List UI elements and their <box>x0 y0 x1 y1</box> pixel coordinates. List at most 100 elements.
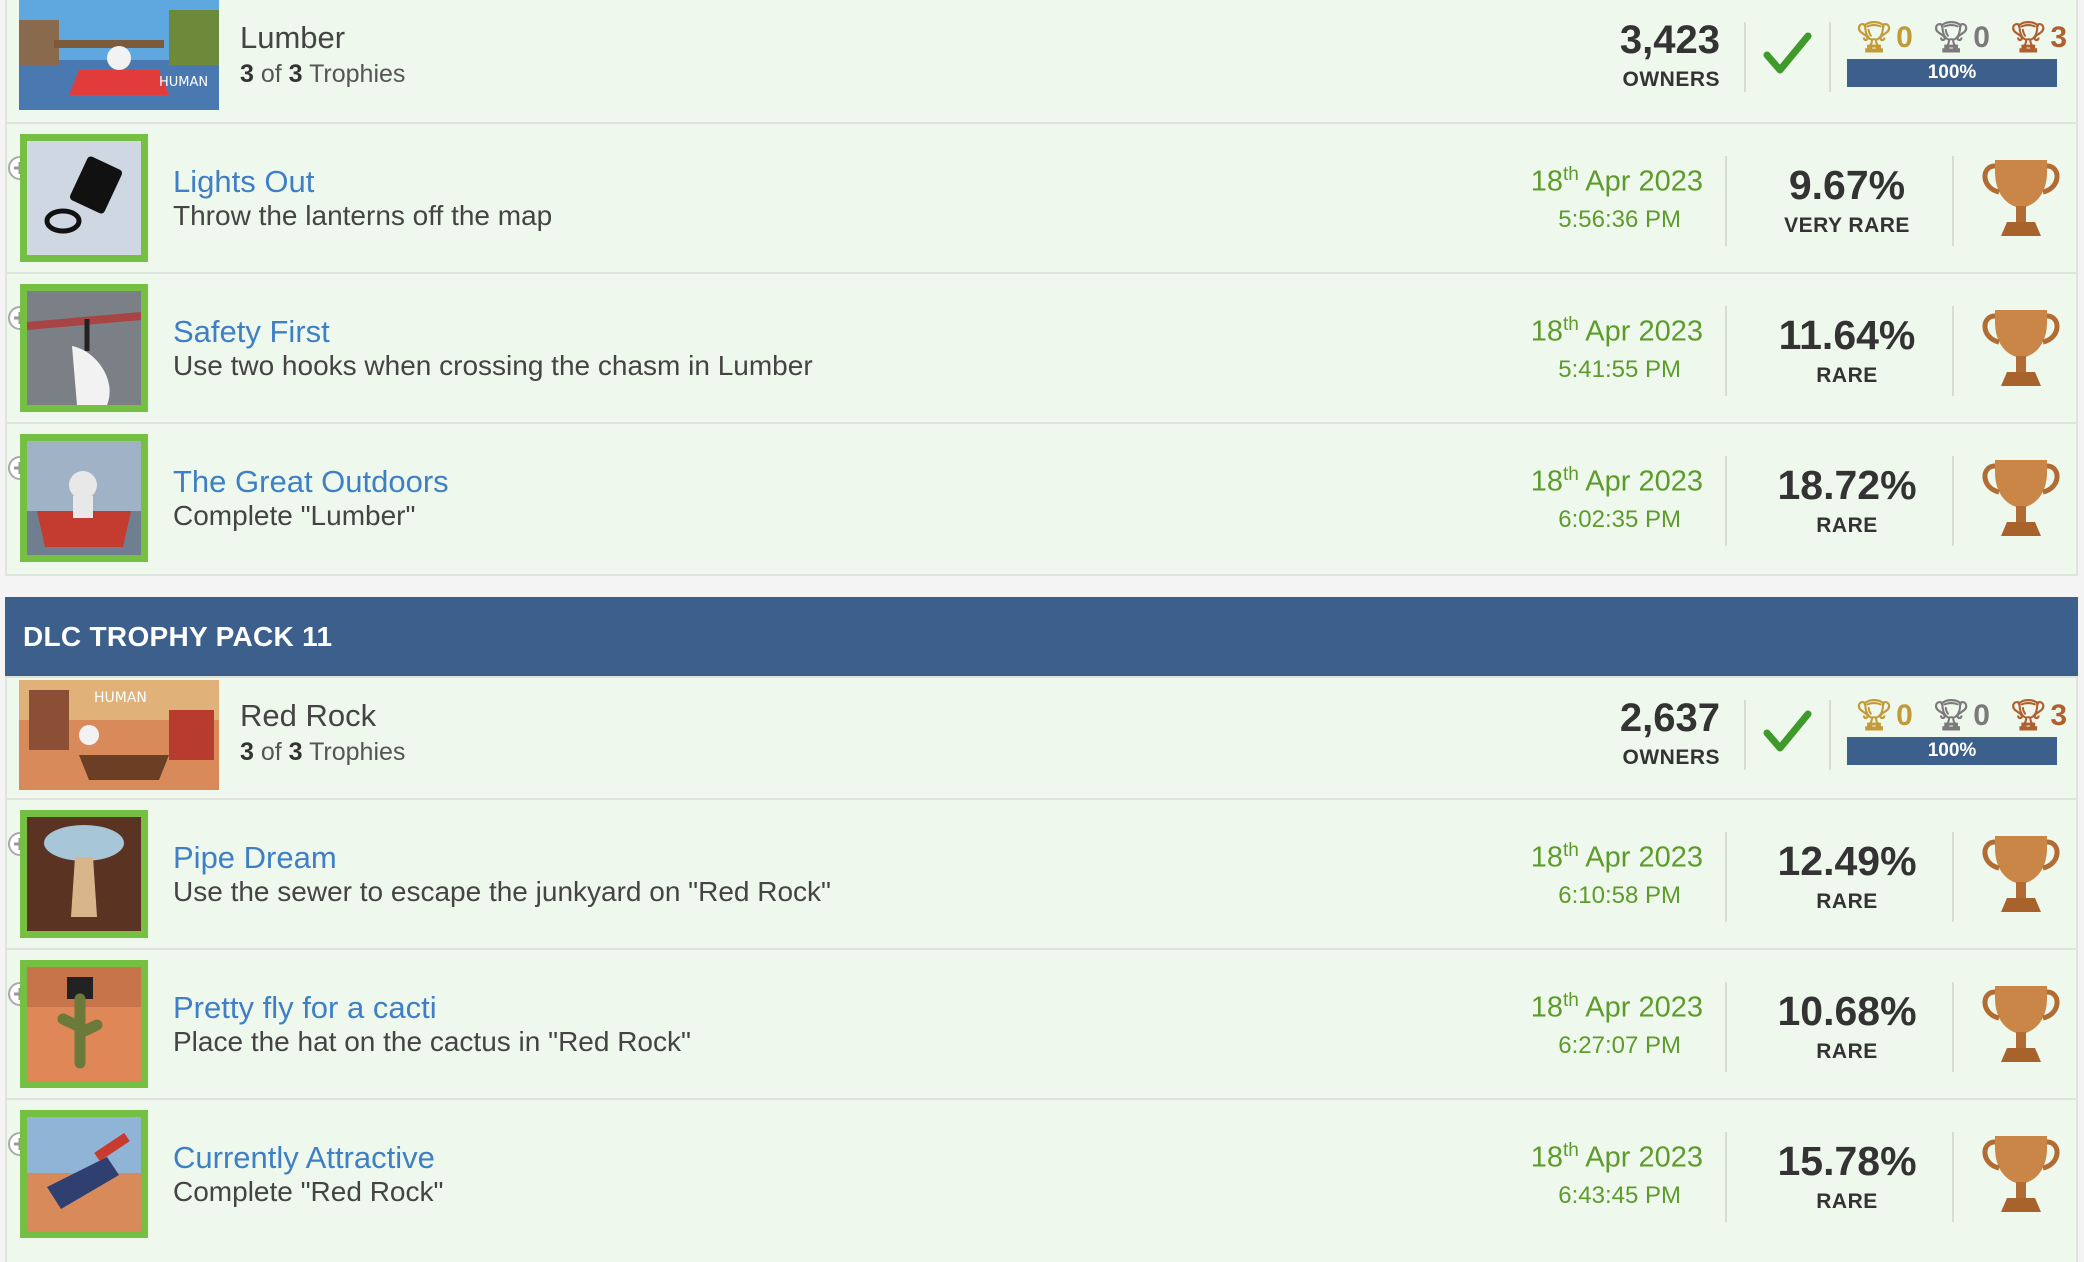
earned-date: 18th Apr 2023 <box>1530 990 1703 1024</box>
silver-trophy-icon: 🏆︎ <box>1932 21 1971 54</box>
trophy-description: Complete "Lumber" <box>173 500 416 531</box>
divider <box>1952 1132 1954 1222</box>
rarity-label: RARE <box>1816 514 1878 537</box>
divider <box>1725 1132 1727 1222</box>
gold-count: 0 <box>1896 698 1913 732</box>
trophy-image[interactable] <box>20 434 148 562</box>
check-icon <box>1763 710 1812 752</box>
divider <box>1725 156 1727 246</box>
earned-time: 5:41:55 PM <box>1558 356 1681 383</box>
trophy-image[interactable] <box>20 960 148 1088</box>
gold-trophy-icon: 🏆︎ <box>1855 21 1894 54</box>
check-icon <box>1763 32 1812 74</box>
bronze-trophy-icon <box>1982 836 2060 912</box>
trophy-description: Throw the lanterns off the map <box>173 200 553 231</box>
rarity-percent: 10.68% <box>1777 988 1917 1034</box>
earned-date: 18th Apr 2023 <box>1530 464 1703 498</box>
trophy-name[interactable]: Currently Attractive <box>173 1140 435 1176</box>
trophy-name[interactable]: Lights Out <box>173 164 314 200</box>
trophy-description: Use two hooks when crossing the chasm in… <box>173 350 813 381</box>
game-cover-image[interactable]: HUMAN <box>19 680 219 790</box>
earned-date: 18th Apr 2023 <box>1530 840 1703 874</box>
divider <box>1744 700 1746 770</box>
trophy-counts: 🏆︎ 0 🏆︎ 0 🏆︎ 3 <box>1855 20 2067 55</box>
trophy-row[interactable]: Currently Attractive Complete "Red Rock"… <box>7 1100 2076 1250</box>
trophy-name[interactable]: Pretty fly for a cacti <box>173 990 437 1026</box>
rarity-percent: 11.64% <box>1778 312 1916 358</box>
trophy-image[interactable] <box>20 134 148 262</box>
trophy-row[interactable]: Pipe Dream Use the sewer to escape the j… <box>7 800 2076 950</box>
trophy-row[interactable]: The Great Outdoors Complete "Lumber" 18t… <box>7 424 2076 574</box>
earned-time: 6:10:58 PM <box>1558 882 1681 909</box>
earned-date: 18th Apr 2023 <box>1530 1140 1703 1174</box>
bronze-count: 3 <box>2050 20 2067 54</box>
game-title[interactable]: Red Rock <box>240 698 376 734</box>
svg-text:HUMAN: HUMAN <box>94 690 147 706</box>
game-header-row[interactable]: HUMAN Lumber 3 of 3 Trophies 3,423 OWNER… <box>7 0 2076 124</box>
gold-count: 0 <box>1896 20 1913 54</box>
bronze-trophy-icon: 🏆︎ <box>2009 21 2048 54</box>
trophy-row[interactable]: Safety First Use two hooks when crossing… <box>7 274 2076 424</box>
divider <box>1829 700 1831 770</box>
completion-progress-bar: 100% <box>1847 737 2057 765</box>
silver-trophy-icon: 🏆︎ <box>1932 699 1971 732</box>
game-cover-image[interactable]: HUMAN <box>19 0 219 110</box>
owners-count: 3,423 <box>1619 18 1720 62</box>
rarity-label: RARE <box>1816 1190 1878 1213</box>
bronze-count: 3 <box>2050 698 2067 732</box>
silver-count: 0 <box>1973 698 1990 732</box>
rarity-label: RARE <box>1816 1040 1878 1063</box>
trophy-group-red-rock: HUMAN Red Rock 3 of 3 Trophies 2,637 OWN… <box>5 676 2078 1262</box>
rarity-label: RARE <box>1816 364 1878 387</box>
trophy-row[interactable]: Lights Out Throw the lanterns off the ma… <box>7 124 2076 274</box>
bronze-trophy-icon <box>1982 310 2060 386</box>
trophy-row[interactable]: Pretty fly for a cacti Place the hat on … <box>7 950 2076 1100</box>
bronze-trophy-icon <box>1982 986 2060 1062</box>
divider <box>1725 832 1727 922</box>
trophy-description: Complete "Red Rock" <box>173 1176 444 1207</box>
rarity-percent: 15.78% <box>1777 1138 1917 1184</box>
trophy-description: Use the sewer to escape the junkyard on … <box>173 876 831 907</box>
completion-progress-bar: 100% <box>1847 59 2057 87</box>
bronze-trophy-icon <box>1982 460 2060 536</box>
bronze-trophy-icon <box>1982 1136 2060 1212</box>
rarity-percent: 18.72% <box>1777 462 1917 508</box>
trophy-name[interactable]: Safety First <box>173 314 330 350</box>
divider <box>1829 22 1831 92</box>
trophy-name[interactable]: Pipe Dream <box>173 840 337 876</box>
gold-trophy-icon: 🏆︎ <box>1855 699 1894 732</box>
divider <box>1952 456 1954 546</box>
trophy-counts: 🏆︎ 0 🏆︎ 0 🏆︎ 3 <box>1855 698 2067 733</box>
earned-time: 6:43:45 PM <box>1558 1182 1681 1209</box>
rarity-label: VERY RARE <box>1784 214 1910 237</box>
rarity-percent: 9.67% <box>1788 162 1906 208</box>
game-trophy-progress: 3 of 3 Trophies <box>240 738 406 766</box>
trophy-description: Place the hat on the cactus in "Red Rock… <box>173 1026 691 1057</box>
earned-time: 5:56:36 PM <box>1558 206 1681 233</box>
svg-text:HUMAN: HUMAN <box>159 75 208 90</box>
rarity-label: RARE <box>1816 890 1878 913</box>
divider <box>1952 156 1954 246</box>
divider <box>1744 22 1746 92</box>
owners-count: 2,637 <box>1619 696 1720 740</box>
divider <box>1952 832 1954 922</box>
divider <box>1952 306 1954 396</box>
bronze-trophy-icon <box>1982 160 2060 236</box>
earned-date: 18th Apr 2023 <box>1530 314 1703 348</box>
owners-label: OWNERS <box>1622 746 1720 769</box>
game-header-row[interactable]: HUMAN Red Rock 3 of 3 Trophies 2,637 OWN… <box>7 678 2076 800</box>
divider <box>1952 982 1954 1072</box>
trophy-image[interactable] <box>20 1110 148 1238</box>
trophy-image[interactable] <box>20 810 148 938</box>
earned-date: 18th Apr 2023 <box>1530 164 1703 198</box>
game-title[interactable]: Lumber <box>240 20 345 56</box>
trophy-group-lumber: HUMAN Lumber 3 of 3 Trophies 3,423 OWNER… <box>5 0 2078 576</box>
earned-time: 6:27:07 PM <box>1558 1032 1681 1059</box>
divider <box>1725 306 1727 396</box>
bronze-trophy-icon: 🏆︎ <box>2009 699 2048 732</box>
trophy-image[interactable] <box>20 284 148 412</box>
earned-time: 6:02:35 PM <box>1558 506 1681 533</box>
trophy-name[interactable]: The Great Outdoors <box>173 464 449 500</box>
divider <box>1725 456 1727 546</box>
game-trophy-progress: 3 of 3 Trophies <box>240 60 406 88</box>
